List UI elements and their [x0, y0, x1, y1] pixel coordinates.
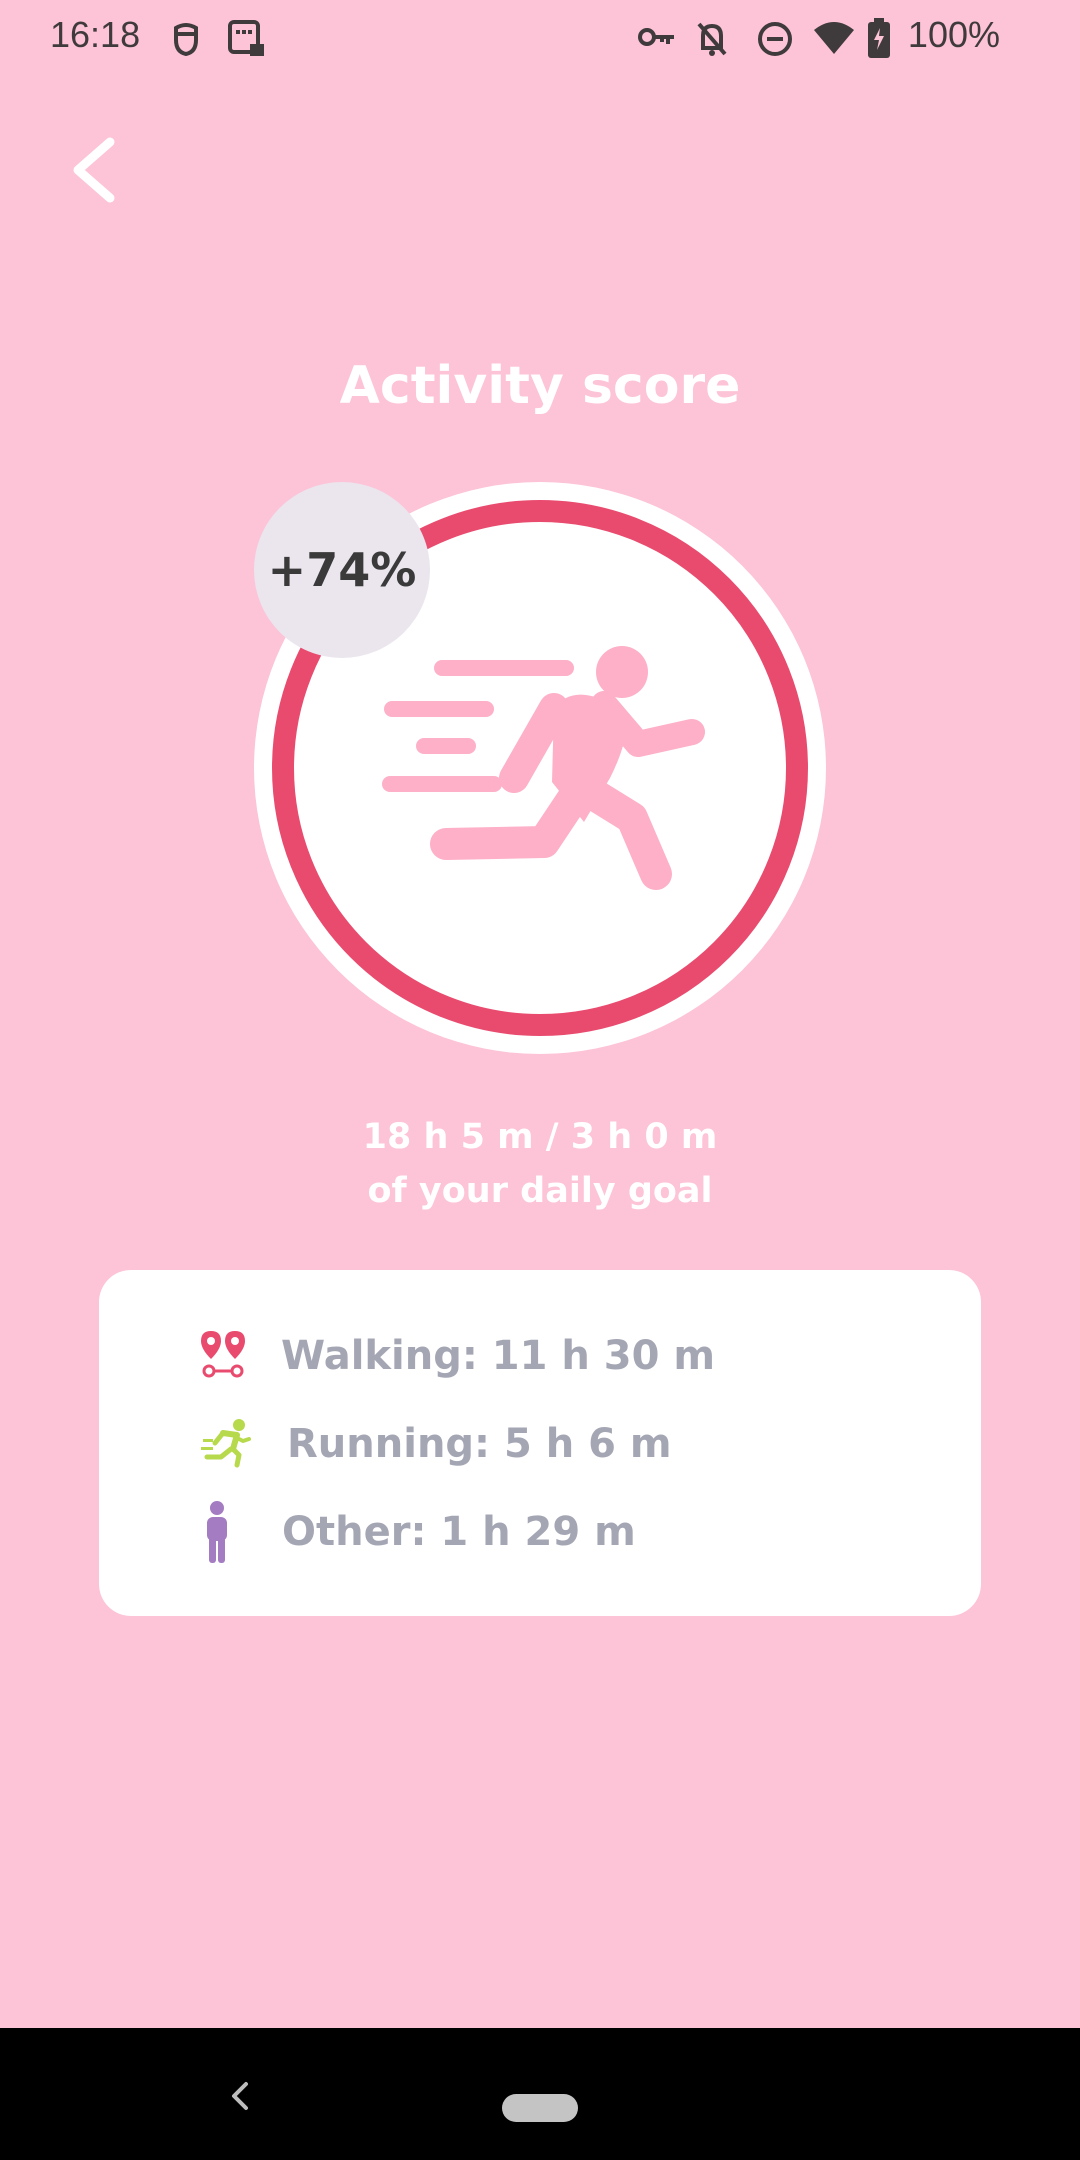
- nav-home-pill-icon[interactable]: [502, 2094, 578, 2122]
- walking-route-icon: [201, 1331, 245, 1378]
- screenshot-lock-icon: [228, 20, 264, 56]
- percent-badge: +74%: [254, 482, 430, 658]
- wifi-icon: [814, 22, 854, 54]
- breakdown-row-running: Running: 5 h 6 m: [99, 1411, 981, 1481]
- walking-label: Walking: 11 h 30 m: [281, 1333, 716, 1379]
- breakdown-row-walking: Walking: 11 h 30 m: [99, 1323, 981, 1393]
- vpn-key-icon: [638, 28, 674, 46]
- breakdown-row-other: Other: 1 h 29 m: [99, 1499, 981, 1569]
- do-not-disturb-icon: [758, 22, 792, 56]
- battery-percent: 100%: [907, 14, 1000, 55]
- status-bar: 16:18 100%: [0, 0, 1080, 78]
- face-icon: [174, 23, 198, 57]
- page-title: Activity score: [339, 356, 741, 416]
- running-label: Running: 5 h 6 m: [287, 1421, 672, 1467]
- goal-progress: 18 h 5 m / 3 h 0 m: [362, 1117, 718, 1157]
- system-nav-bar: [0, 2028, 1080, 2160]
- activity-breakdown-card: Walking: 11 h 30 m Running: 5 h 6 m Othe…: [99, 1270, 981, 1616]
- goal-caption: of your daily goal: [367, 1171, 713, 1211]
- standing-person-icon: [207, 1501, 227, 1563]
- status-time: 16:18: [50, 14, 141, 55]
- other-label: Other: 1 h 29 m: [282, 1509, 636, 1555]
- daily-goal-text: 18 h 5 m / 3 h 0 m of your daily goal: [0, 1110, 1080, 1218]
- chevron-left-icon: [73, 137, 115, 203]
- back-button[interactable]: [60, 130, 130, 210]
- battery-charging-icon: [868, 18, 890, 58]
- running-icon: [201, 1419, 251, 1468]
- notifications-off-icon: [697, 22, 727, 56]
- nav-back-icon[interactable]: [222, 2076, 258, 2116]
